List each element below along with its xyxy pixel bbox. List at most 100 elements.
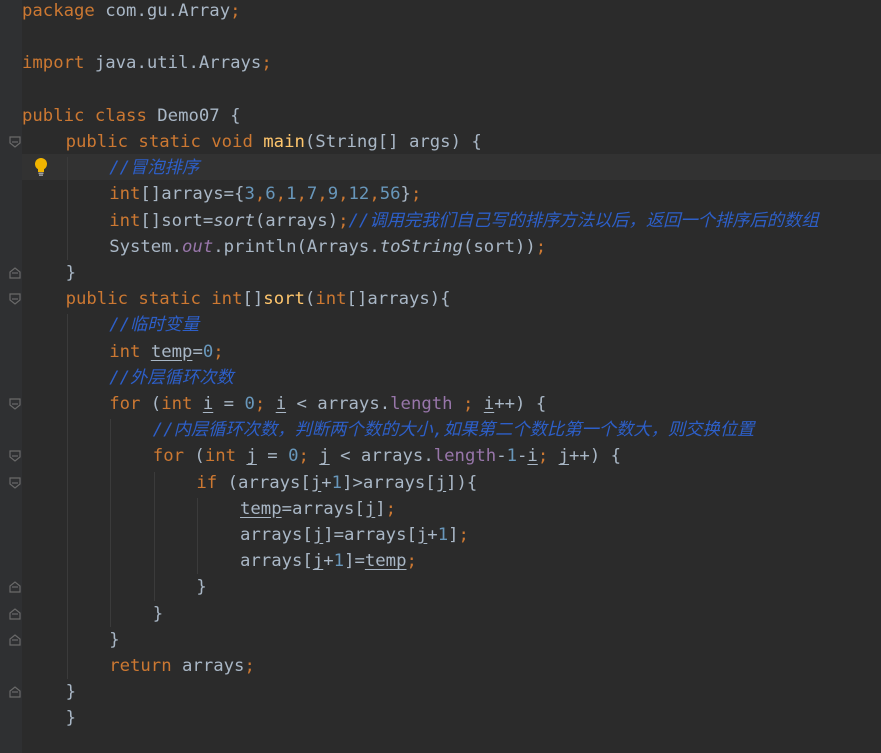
code-token: 1 <box>333 551 345 572</box>
code-token: ( <box>184 446 205 467</box>
code-token: main <box>263 132 305 152</box>
code-line[interactable]: public class Demo07 { <box>22 103 241 129</box>
code-line[interactable]: public static void main(String[] args) { <box>66 129 482 155</box>
code-token: , <box>317 184 328 205</box>
code-token: + <box>323 551 334 572</box>
code-token: System. <box>109 236 183 257</box>
code-token: ; <box>254 394 276 414</box>
code-token: //外层循环次数 <box>109 367 234 388</box>
code-line[interactable]: for (int j = 0; j < arrays.length-1-i; j… <box>153 443 621 469</box>
code-line[interactable]: int[]sort=sort(arrays);//调用完我们自己写的排序方法以后… <box>109 208 818 234</box>
code-token: 1 <box>437 525 449 545</box>
indent-guide <box>66 157 68 260</box>
code-line[interactable]: package com.gu.Array; <box>22 0 241 24</box>
indent-guide <box>66 314 68 680</box>
code-token: arrays[ <box>240 525 313 545</box>
code-line[interactable]: return arrays; <box>109 653 255 679</box>
code-token: public static void <box>65 132 253 152</box>
code-token: i <box>483 394 495 414</box>
code-token: } <box>152 603 164 624</box>
code-token: = <box>192 341 203 362</box>
code-token: ; <box>410 184 422 205</box>
code-line[interactable]: } <box>109 627 119 653</box>
code-token: ; <box>385 498 397 519</box>
code-token: i <box>527 446 538 467</box>
code-token: 1 <box>286 184 297 205</box>
fold-marker-icon[interactable] <box>9 398 21 410</box>
code-token: 9 <box>327 184 339 205</box>
code-line[interactable]: } <box>66 705 76 731</box>
code-line[interactable]: int[]arrays={3,6,1,7,9,12,56}; <box>109 181 421 207</box>
code-token: } <box>109 629 120 650</box>
code-line[interactable]: public static int[]sort(int[]arrays){ <box>66 286 451 312</box>
code-token: , <box>275 184 287 205</box>
code-line[interactable]: //临时变量 <box>109 312 199 338</box>
fold-marker-icon[interactable] <box>9 634 21 646</box>
fold-marker-icon[interactable] <box>9 607 21 620</box>
code-token: int <box>315 289 347 310</box>
code-line[interactable]: for (int i = 0; i < arrays.length ; i++)… <box>109 391 546 417</box>
code-line[interactable]: //外层循环次数 <box>109 365 234 391</box>
code-line[interactable]: //冒泡排序 <box>109 155 199 181</box>
code-token: j <box>435 472 447 493</box>
code-token: j <box>310 472 322 493</box>
code-token: (sort)) <box>462 236 536 257</box>
code-token: ( <box>140 394 162 414</box>
code-token: } <box>400 184 411 205</box>
code-token: } <box>65 708 76 729</box>
code-token: 1 <box>331 472 343 493</box>
code-token: ; <box>537 446 559 467</box>
code-token: toString <box>379 236 463 257</box>
code-line[interactable]: if (arrays[j+1]>arrays[j]){ <box>196 470 477 496</box>
fold-marker-icon[interactable] <box>9 450 21 463</box>
code-line[interactable]: } <box>66 260 76 286</box>
code-token: 56 <box>379 184 401 205</box>
fold-marker-icon[interactable] <box>9 581 21 593</box>
code-line[interactable]: arrays[j]=arrays[j+1]; <box>240 522 469 548</box>
code-token: temp <box>364 551 407 572</box>
indent-guide <box>153 471 155 601</box>
code-token: for <box>152 446 185 467</box>
fold-marker-icon[interactable] <box>9 293 21 305</box>
fold-marker-icon[interactable] <box>9 267 21 279</box>
fold-marker-icon[interactable] <box>9 136 21 148</box>
code-line[interactable]: System.out.println(Arrays.toString(sort)… <box>109 234 546 260</box>
code-token: if <box>196 472 218 493</box>
code-line[interactable]: temp=arrays[j]; <box>240 496 396 522</box>
code-line[interactable]: } <box>153 601 163 627</box>
code-token: 0 <box>244 394 255 414</box>
code-token: (arrays) <box>254 210 339 231</box>
code-token: , <box>254 184 266 205</box>
fold-marker-icon[interactable] <box>9 476 21 489</box>
code-line[interactable]: int temp=0; <box>109 339 223 365</box>
code-line[interactable]: } <box>66 679 76 705</box>
code-token: public class <box>22 105 147 126</box>
code-token: arrays[ <box>240 551 313 572</box>
code-token: length <box>390 394 453 414</box>
code-line[interactable]: //内层循环次数，判断两个数的大小,如果第二个数比第一个数大，则交换位置 <box>153 417 755 443</box>
code-token: ; <box>213 341 224 362</box>
code-token: ]=arrays[ <box>323 525 417 545</box>
code-token: ]){ <box>446 472 478 493</box>
code-token: = <box>213 394 245 414</box>
code-token: []arrays){ <box>346 289 451 310</box>
code-token: i <box>202 394 214 414</box>
code-token: out <box>182 236 214 257</box>
code-token: ++) { <box>569 446 622 467</box>
fold-marker-icon[interactable] <box>9 686 21 698</box>
code-token: Demo07 { <box>146 105 241 126</box>
lightbulb-icon[interactable] <box>33 157 49 177</box>
code-token: ; <box>338 210 349 231</box>
code-token: ( <box>304 289 316 310</box>
code-token: 0 <box>288 446 299 467</box>
code-line[interactable]: arrays[j+1]=temp; <box>240 548 417 574</box>
code-line[interactable]: } <box>196 574 206 600</box>
code-token: < arrays. <box>329 446 434 467</box>
code-token: ; <box>261 53 272 74</box>
code-token: import <box>22 53 85 74</box>
code-token: = <box>256 446 289 467</box>
code-token: } <box>65 263 76 283</box>
code-line[interactable]: import java.util.Arrays; <box>22 50 272 76</box>
code-token: ; <box>452 394 484 414</box>
code-token: //内层循环次数，判断两个数的大小,如果第二个数比第一个数大，则交换位置 <box>152 420 755 441</box>
